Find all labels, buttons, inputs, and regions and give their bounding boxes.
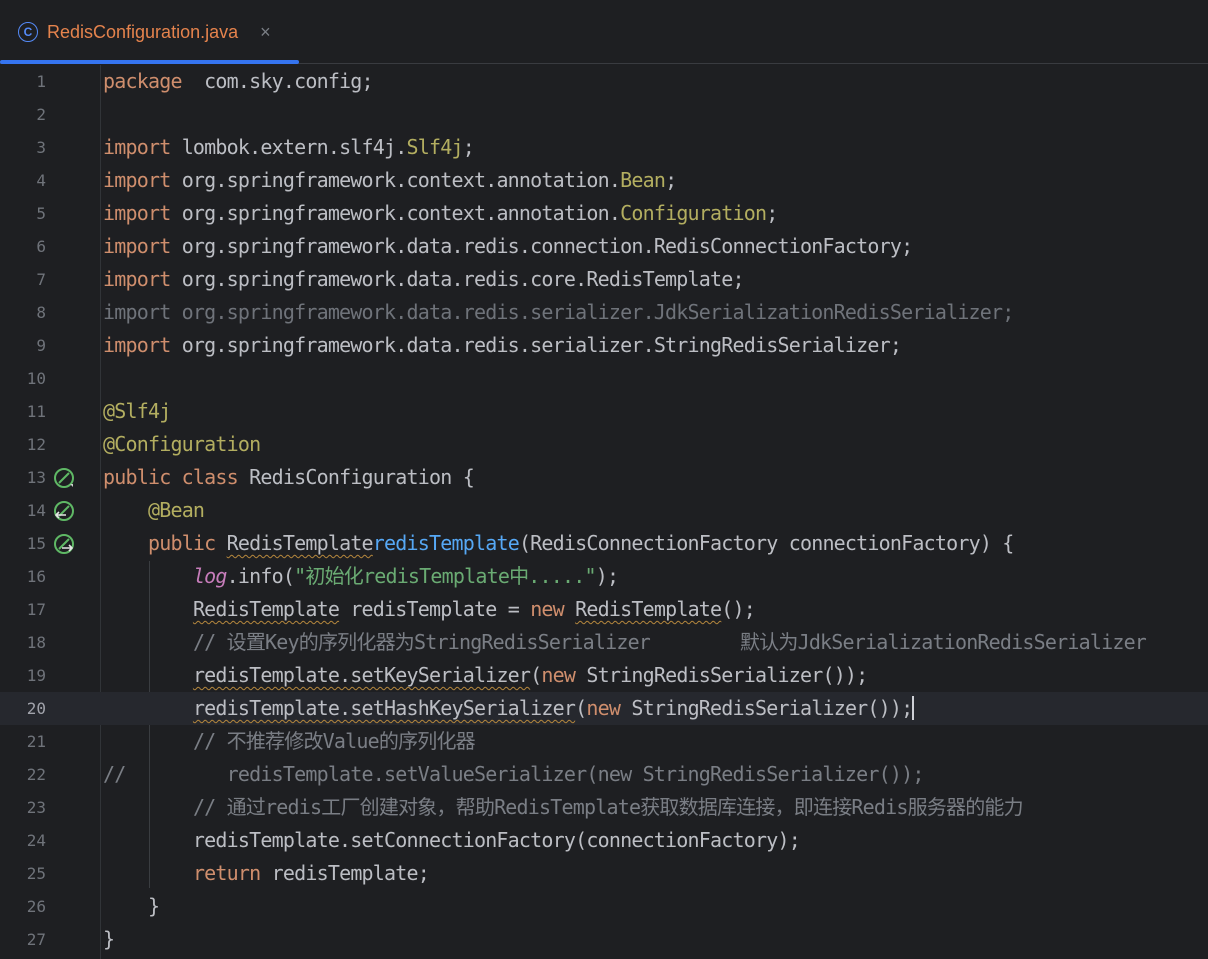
line-number: 23 xyxy=(26,798,46,817)
code-line[interactable]: 19 redisTemplate.setKeySerializer(new St… xyxy=(0,659,1208,692)
line-number: 2 xyxy=(36,105,46,124)
code-line[interactable]: 11 @Slf4j xyxy=(0,395,1208,428)
code-text: public RedisTemplateredisTemplate(RedisC… xyxy=(147,531,1014,555)
line-number: 9 xyxy=(36,336,46,355)
line-number: 15 xyxy=(26,534,46,553)
code-line[interactable]: 13 public class RedisConfiguration { xyxy=(0,461,1208,494)
code-text: } xyxy=(103,894,160,918)
code-text: @Bean xyxy=(147,498,205,522)
code-text: @Configuration xyxy=(103,432,261,456)
active-tab-indicator xyxy=(0,60,299,64)
code-text: import lombok.extern.slf4j.Slf4j; xyxy=(103,135,475,159)
code-text: @Slf4j xyxy=(103,399,171,423)
line-number: 14 xyxy=(26,501,46,520)
code-text: import org.springframework.context.annot… xyxy=(103,201,778,225)
code-text: import org.springframework.data.redis.se… xyxy=(103,333,902,357)
code-line[interactable]: 1 package com.sky.config; xyxy=(0,65,1208,98)
line-number: 5 xyxy=(36,204,46,223)
code-line[interactable]: 17 RedisTemplate redisTemplate = new Red… xyxy=(0,593,1208,626)
editor-tab-bar: C RedisConfiguration.java × xyxy=(0,0,1208,64)
code-text: RedisTemplate redisTemplate = new RedisT… xyxy=(192,597,756,621)
code-line[interactable]: 10 xyxy=(0,362,1208,395)
code-line[interactable]: 20 redisTemplate.setHashKeySerializer(ne… xyxy=(0,692,1208,725)
line-number: 21 xyxy=(26,732,46,751)
class-icon: C xyxy=(18,22,38,42)
line-number: 18 xyxy=(26,633,46,652)
code-text: log.info("初始化redisTemplate中....."); xyxy=(192,564,619,588)
tab-redis-configuration[interactable]: C RedisConfiguration.java × xyxy=(0,0,299,64)
code-editor[interactable]: 1 package com.sky.config; 2 3 import lombok.… xyxy=(0,65,1208,959)
line-number: 24 xyxy=(26,831,46,850)
code-text: // 设置Key的序列化器为StringRedisSerializer 默认为J… xyxy=(192,630,1147,654)
code-line[interactable]: 22 // redisTemplate.setValueSerializer(ne… xyxy=(0,758,1208,791)
line-number: 6 xyxy=(36,237,46,256)
code-text: redisTemplate.setKeySerializer(new Strin… xyxy=(192,663,868,687)
code-line[interactable]: 26 } xyxy=(0,890,1208,923)
close-icon[interactable]: × xyxy=(260,22,271,43)
code-line[interactable]: 25 return redisTemplate; xyxy=(0,857,1208,890)
code-text: import org.springframework.data.redis.se… xyxy=(103,300,1014,324)
code-text: // 不推荐修改Value的序列化器 xyxy=(192,729,476,753)
code-line[interactable]: 4 import org.springframework.context.anno… xyxy=(0,164,1208,197)
code-text: redisTemplate.setHashKeySerializer(new S… xyxy=(192,696,915,720)
line-number: 25 xyxy=(26,864,46,883)
line-number: 17 xyxy=(26,600,46,619)
code-line[interactable]: 5 import org.springframework.context.anno… xyxy=(0,197,1208,230)
line-number: 10 xyxy=(26,369,46,388)
code-line[interactable]: 3 import lombok.extern.slf4j.Slf4j; xyxy=(0,131,1208,164)
line-number: 7 xyxy=(36,270,46,289)
line-number: 3 xyxy=(36,138,46,157)
code-line[interactable]: 21 // 不推荐修改Value的序列化器 xyxy=(0,725,1208,758)
line-number: 22 xyxy=(26,765,46,784)
code-text: } xyxy=(103,927,115,951)
line-number: 12 xyxy=(26,435,46,454)
code-text: return redisTemplate; xyxy=(192,861,430,885)
line-number: 19 xyxy=(26,666,46,685)
code-text: import org.springframework.data.redis.co… xyxy=(103,267,745,291)
code-line[interactable]: 9 import org.springframework.data.redis.s… xyxy=(0,329,1208,362)
text-cursor xyxy=(912,696,915,720)
line-number: 11 xyxy=(26,402,46,421)
code-line[interactable]: 14 @Bean xyxy=(0,494,1208,527)
code-text: import org.springframework.data.redis.co… xyxy=(103,234,913,258)
code-text: public class RedisConfiguration { xyxy=(103,465,475,489)
spring-bean-forward-icon[interactable] xyxy=(53,533,75,555)
code-line[interactable]: 12 @Configuration xyxy=(0,428,1208,461)
code-line[interactable]: 18 // 设置Key的序列化器为StringRedisSerializer 默… xyxy=(0,626,1208,659)
code-line[interactable]: 7 import org.springframework.data.redis.c… xyxy=(0,263,1208,296)
spring-bean-icon[interactable] xyxy=(53,467,75,489)
tab-title: RedisConfiguration.java xyxy=(47,21,239,42)
code-text: // redisTemplate.setValueSerializer(new … xyxy=(103,762,924,786)
line-number: 1 xyxy=(36,72,46,91)
code-text: package com.sky.config; xyxy=(103,69,374,93)
line-number: 4 xyxy=(36,171,46,190)
line-number: 8 xyxy=(36,303,46,322)
code-line[interactable]: 24 redisTemplate.setConnectionFactory(co… xyxy=(0,824,1208,857)
spring-bean-back-icon[interactable] xyxy=(53,500,75,522)
code-line[interactable]: 23 // 通过redis工厂创建对象，帮助RedisTemplate获取数据库… xyxy=(0,791,1208,824)
code-line[interactable]: 27} xyxy=(0,923,1208,956)
code-text: // 通过redis工厂创建对象，帮助RedisTemplate获取数据库连接，… xyxy=(192,795,1024,819)
line-number: 27 xyxy=(26,930,46,949)
code-line[interactable]: 8 import org.springframework.data.redis.s… xyxy=(0,296,1208,329)
code-line[interactable]: 2 xyxy=(0,98,1208,131)
line-number: 16 xyxy=(26,567,46,586)
line-number: 20 xyxy=(26,699,46,718)
line-number: 13 xyxy=(26,468,46,487)
code-line[interactable]: 16 log.info("初始化redisTemplate中....."); xyxy=(0,560,1208,593)
code-text: import org.springframework.context.annot… xyxy=(103,168,677,192)
line-number: 26 xyxy=(26,897,46,916)
code-line[interactable]: 15 public RedisTemplateredisTemplate(Red… xyxy=(0,527,1208,560)
code-line[interactable]: 6 import org.springframework.data.redis.c… xyxy=(0,230,1208,263)
code-text: redisTemplate.setConnectionFactory(conne… xyxy=(103,828,801,852)
